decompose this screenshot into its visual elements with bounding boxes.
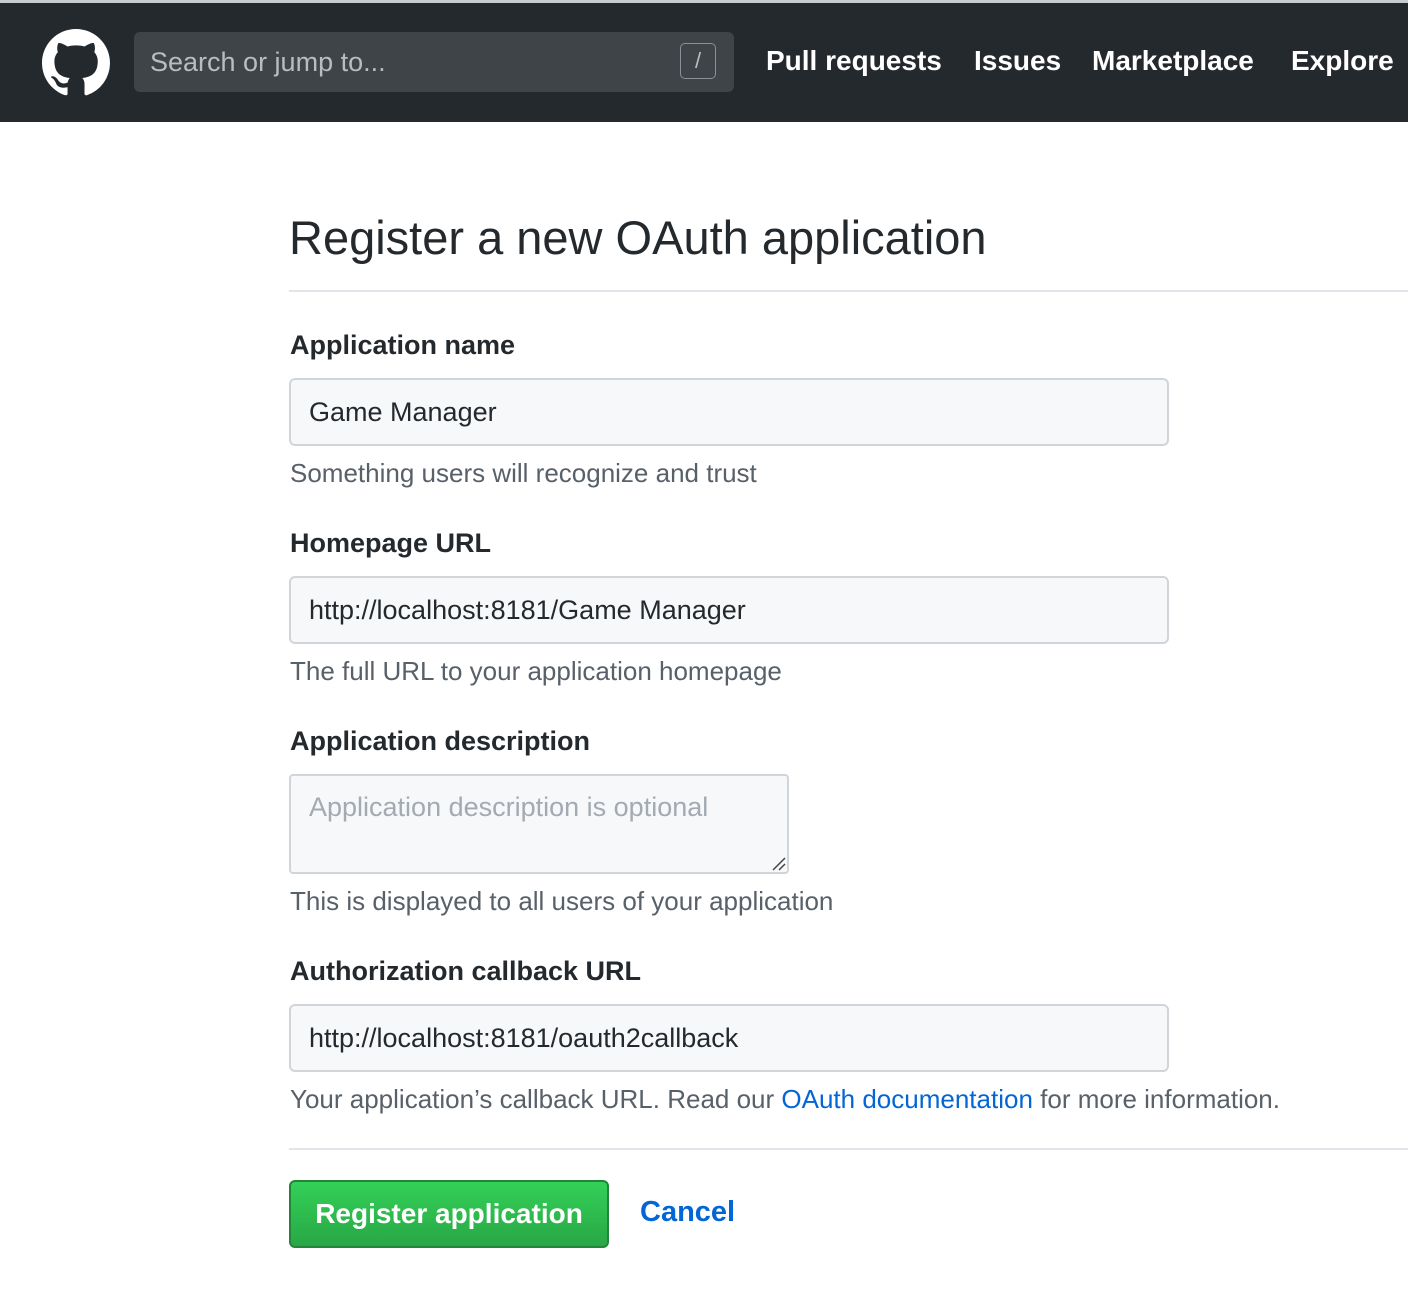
keyboard-shortcut-badge: / <box>680 43 716 79</box>
oauth-documentation-link[interactable]: OAuth documentation <box>781 1084 1033 1114</box>
homepage-url-input[interactable] <box>289 576 1169 644</box>
homepage-url-note: The full URL to your application homepag… <box>290 656 782 686</box>
form-actions-divider <box>289 1148 1408 1150</box>
github-octocat-icon[interactable] <box>42 29 110 97</box>
top-navbar: / Pull requests Issues Marketplace Explo… <box>0 0 1408 122</box>
callback-url-note: Your application’s callback URL. Read ou… <box>290 1084 1280 1115</box>
resize-grip-icon[interactable] <box>770 855 786 871</box>
title-divider <box>289 290 1408 292</box>
nav-issues[interactable]: Issues <box>974 45 1061 77</box>
app-name-input[interactable] <box>289 378 1169 446</box>
callback-url-label: Authorization callback URL <box>290 956 642 986</box>
page-title: Register a new OAuth application <box>289 211 987 264</box>
app-name-label: Application name <box>290 330 516 360</box>
cancel-link[interactable]: Cancel <box>640 1196 735 1229</box>
search-input[interactable] <box>134 32 674 92</box>
nav-marketplace[interactable]: Marketplace <box>1092 45 1254 77</box>
app-description-label: Application description <box>290 726 591 756</box>
register-application-button[interactable]: Register application <box>289 1180 609 1248</box>
app-name-note: Something users will recognize and trust <box>290 458 757 488</box>
callback-note-text: Your application’s callback URL. Read ou… <box>290 1084 782 1114</box>
homepage-url-label: Homepage URL <box>290 528 492 558</box>
nav-explore[interactable]: Explore <box>1291 45 1394 77</box>
callback-note-suffix: for more information. <box>1032 1084 1280 1114</box>
nav-pull-requests[interactable]: Pull requests <box>766 45 942 77</box>
callback-url-input[interactable] <box>289 1004 1169 1072</box>
app-description-textarea[interactable] <box>289 774 789 874</box>
app-description-note: This is displayed to all users of your a… <box>290 886 834 916</box>
search-box[interactable]: / <box>134 32 734 92</box>
